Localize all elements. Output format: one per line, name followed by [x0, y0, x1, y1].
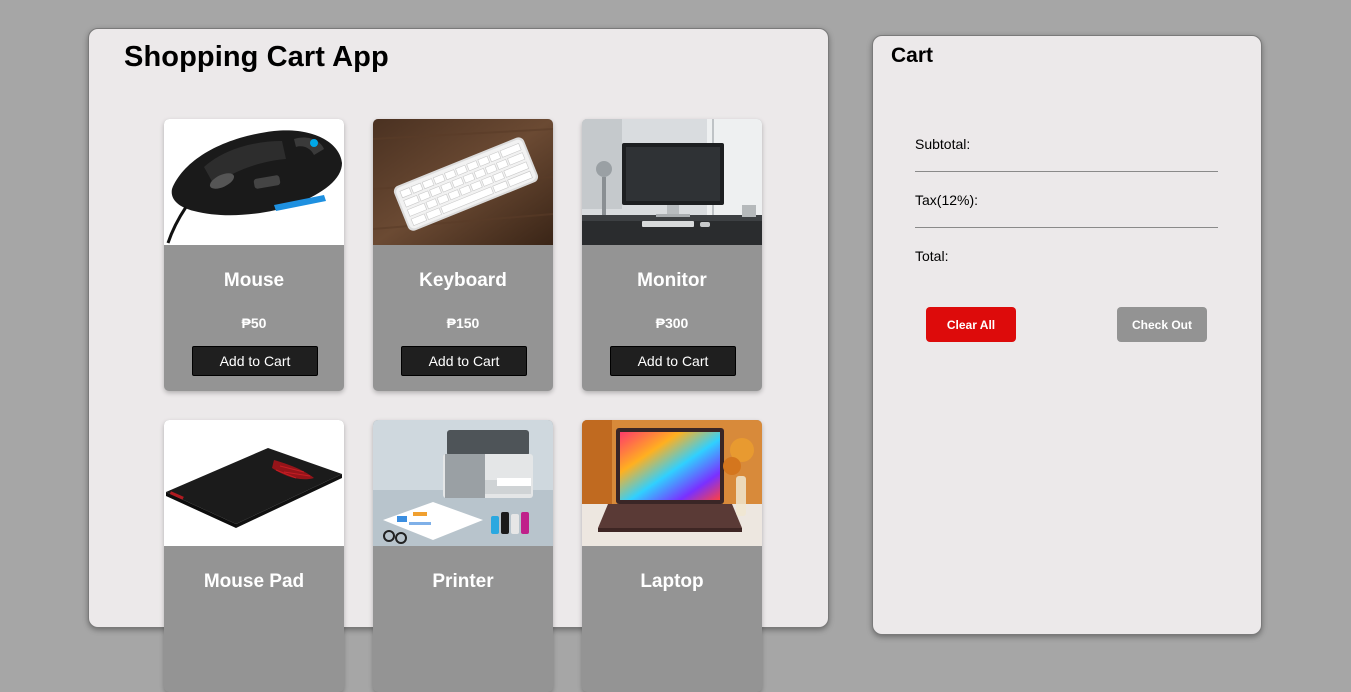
- add-to-cart-button-monitor[interactable]: Add to Cart: [610, 346, 736, 376]
- product-image-laptop: [582, 420, 762, 546]
- product-card-laptop: Laptop: [582, 420, 762, 692]
- products-panel: Shopping Cart App Mouse ₱50 Add to Cart: [88, 28, 829, 692]
- product-name: Laptop: [640, 571, 704, 592]
- add-to-cart-button-keyboard[interactable]: Add to Cart: [401, 346, 527, 376]
- product-card-mouse-pad: Mouse Pad: [164, 420, 344, 692]
- product-card-monitor: Monitor ₱300 Add to Cart: [582, 119, 762, 391]
- product-price: ₱150: [446, 315, 480, 331]
- divider: [915, 171, 1218, 172]
- product-card-printer: Printer: [373, 420, 553, 692]
- product-name: Keyboard: [419, 270, 507, 291]
- app-title: Shopping Cart App: [124, 41, 389, 73]
- product-image-monitor: [582, 119, 762, 245]
- product-image-mouse: [164, 119, 344, 245]
- product-name: Printer: [432, 571, 494, 592]
- clear-all-button[interactable]: Clear All: [926, 307, 1016, 342]
- tax-label: Tax(12%):: [915, 192, 979, 208]
- product-image-printer: [373, 420, 553, 546]
- product-image-mouse-pad: [164, 420, 344, 546]
- cart-panel: Cart Subtotal: Tax(12%): Total: Clear Al…: [872, 35, 1262, 635]
- product-price: ₱300: [655, 315, 689, 331]
- product-image-keyboard: [373, 119, 553, 245]
- product-card-mouse: Mouse ₱50 Add to Cart: [164, 119, 344, 391]
- product-name: Mouse: [223, 270, 285, 291]
- add-to-cart-button-mouse[interactable]: Add to Cart: [192, 346, 318, 376]
- product-name: Monitor: [637, 270, 707, 291]
- total-label: Total:: [915, 248, 949, 264]
- cart-title: Cart: [891, 44, 934, 67]
- product-price: ₱50: [241, 315, 267, 331]
- checkout-button[interactable]: Check Out: [1117, 307, 1207, 342]
- divider: [915, 227, 1218, 228]
- product-card-keyboard: Keyboard ₱150 Add to Cart: [373, 119, 553, 391]
- product-name: Mouse Pad: [203, 571, 305, 592]
- subtotal-label: Subtotal:: [915, 136, 971, 152]
